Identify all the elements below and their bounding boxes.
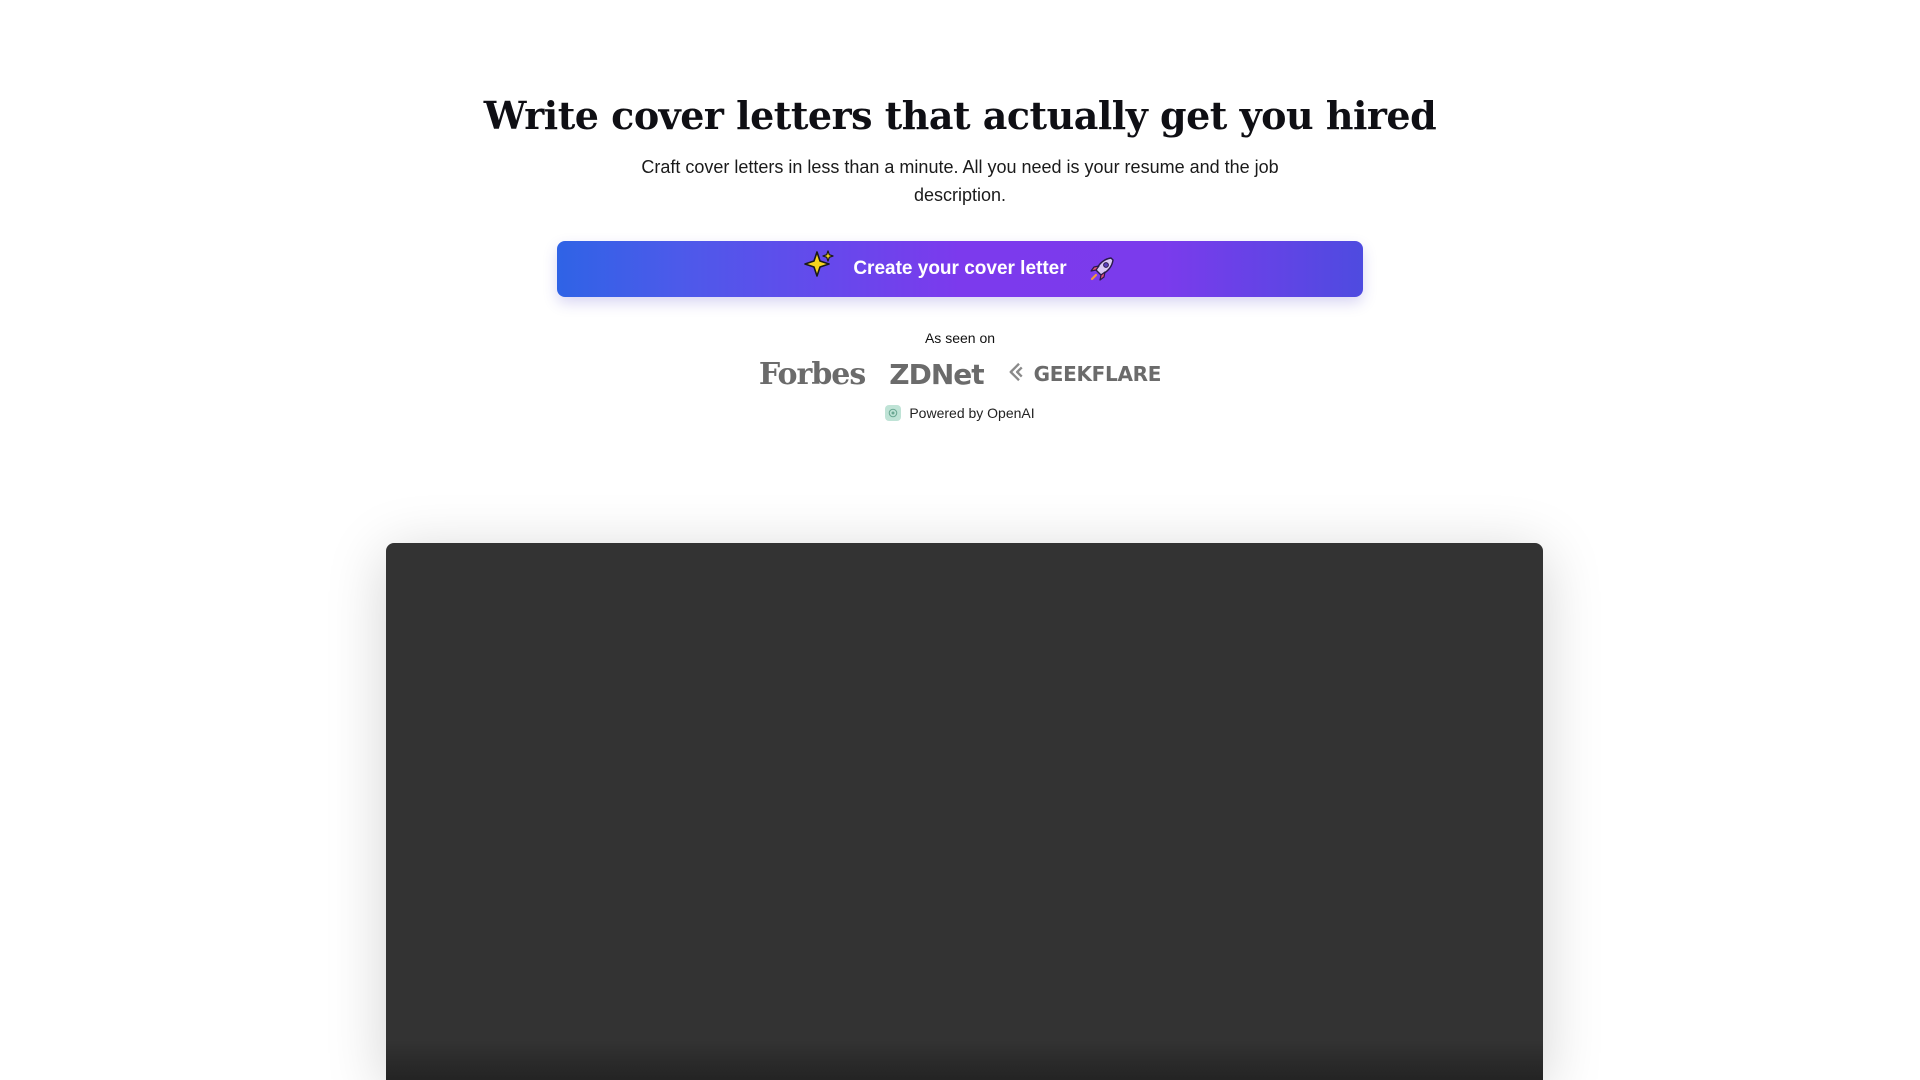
as-seen-on-label: As seen on [924,330,996,346]
create-cover-letter-button[interactable]: Create your cover letter [557,241,1363,297]
landing-page: Write cover letters that actually get yo… [0,0,1920,1080]
zdnet-logo: ZDNet [889,357,984,391]
forbes-logo: Forbes [758,356,866,392]
powered-by-openai: Powered by OpenAI [0,402,1920,424]
cta-label: Create your cover letter [853,258,1067,279]
video-bottom-fade [386,1040,1543,1080]
rocket-icon [1087,254,1117,284]
press-logos: Forbes ZDNet GEEKFLARE [0,356,1920,392]
powered-by-label: Powered by OpenAI [909,405,1035,421]
openai-icon [885,405,902,421]
sparkles-icon [803,248,835,280]
geekflare-logo: GEEKFLARE [1033,362,1162,386]
hero-subheading: Craft cover letters in less than a minut… [641,157,1279,205]
page-title: Write cover letters that actually get yo… [483,93,1437,138]
demo-video-panel[interactable] [386,543,1543,1080]
geekflare-mark-icon [1008,361,1030,388]
geekflare-logo-group: GEEKFLARE [1008,361,1162,388]
